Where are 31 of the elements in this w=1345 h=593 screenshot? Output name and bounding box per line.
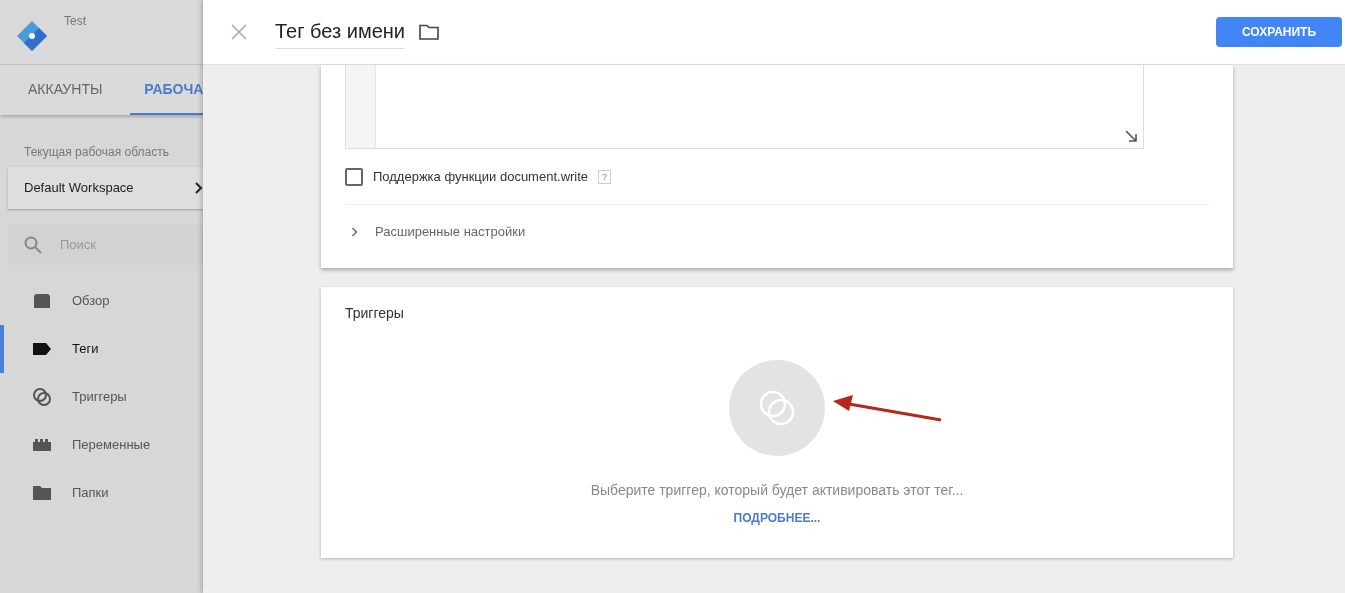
workspace-label: Текущая рабочая область [24, 144, 170, 161]
help-badge[interactable]: ? [598, 169, 612, 184]
search-field[interactable]: Поиск [8, 225, 203, 265]
blocks-icon [32, 438, 52, 452]
advanced-settings-toggle[interactable]: Расширенные настройки [345, 205, 1209, 259]
empty-state-message: Выберите триггер, который будет активировать этот тег... [590, 481, 964, 500]
tab[interactable]: АККАУНТЫ [0, 65, 131, 115]
resize-arrow-icon [1125, 130, 1137, 142]
nav-item[interactable]: Переменные [0, 421, 203, 469]
search-input[interactable]: Поиск [60, 235, 180, 255]
tag-name-field[interactable]: Тег без имени [275, 15, 405, 49]
folder-icon [32, 485, 52, 501]
close-button[interactable] [229, 22, 249, 42]
account-name: Test [64, 13, 86, 30]
nav-item[interactable]: Папки [0, 469, 203, 517]
checkbox[interactable] [345, 167, 363, 186]
diamond-logo-icon [16, 20, 48, 52]
overlapping-circles-icon [32, 387, 52, 407]
learn-more-link[interactable]: ПОДРОБНЕЕ... [733, 509, 821, 527]
tag-icon [32, 342, 52, 356]
folder-icon[interactable] [419, 24, 439, 40]
search-icon [24, 236, 42, 254]
card-title: Триггеры [345, 304, 405, 323]
workspace-selector[interactable]: Default Workspace [8, 167, 203, 209]
close-icon [231, 24, 247, 40]
chevron-right-icon [195, 182, 203, 194]
checkbox-label: Поддержка функции document.write [373, 167, 589, 186]
nav-item[interactable]: Обзор [0, 277, 203, 325]
briefcase-icon [32, 293, 52, 309]
nav-item[interactable]: Триггеры [0, 373, 203, 421]
save-button[interactable]: СОХРАНИТЬ [1216, 17, 1342, 47]
